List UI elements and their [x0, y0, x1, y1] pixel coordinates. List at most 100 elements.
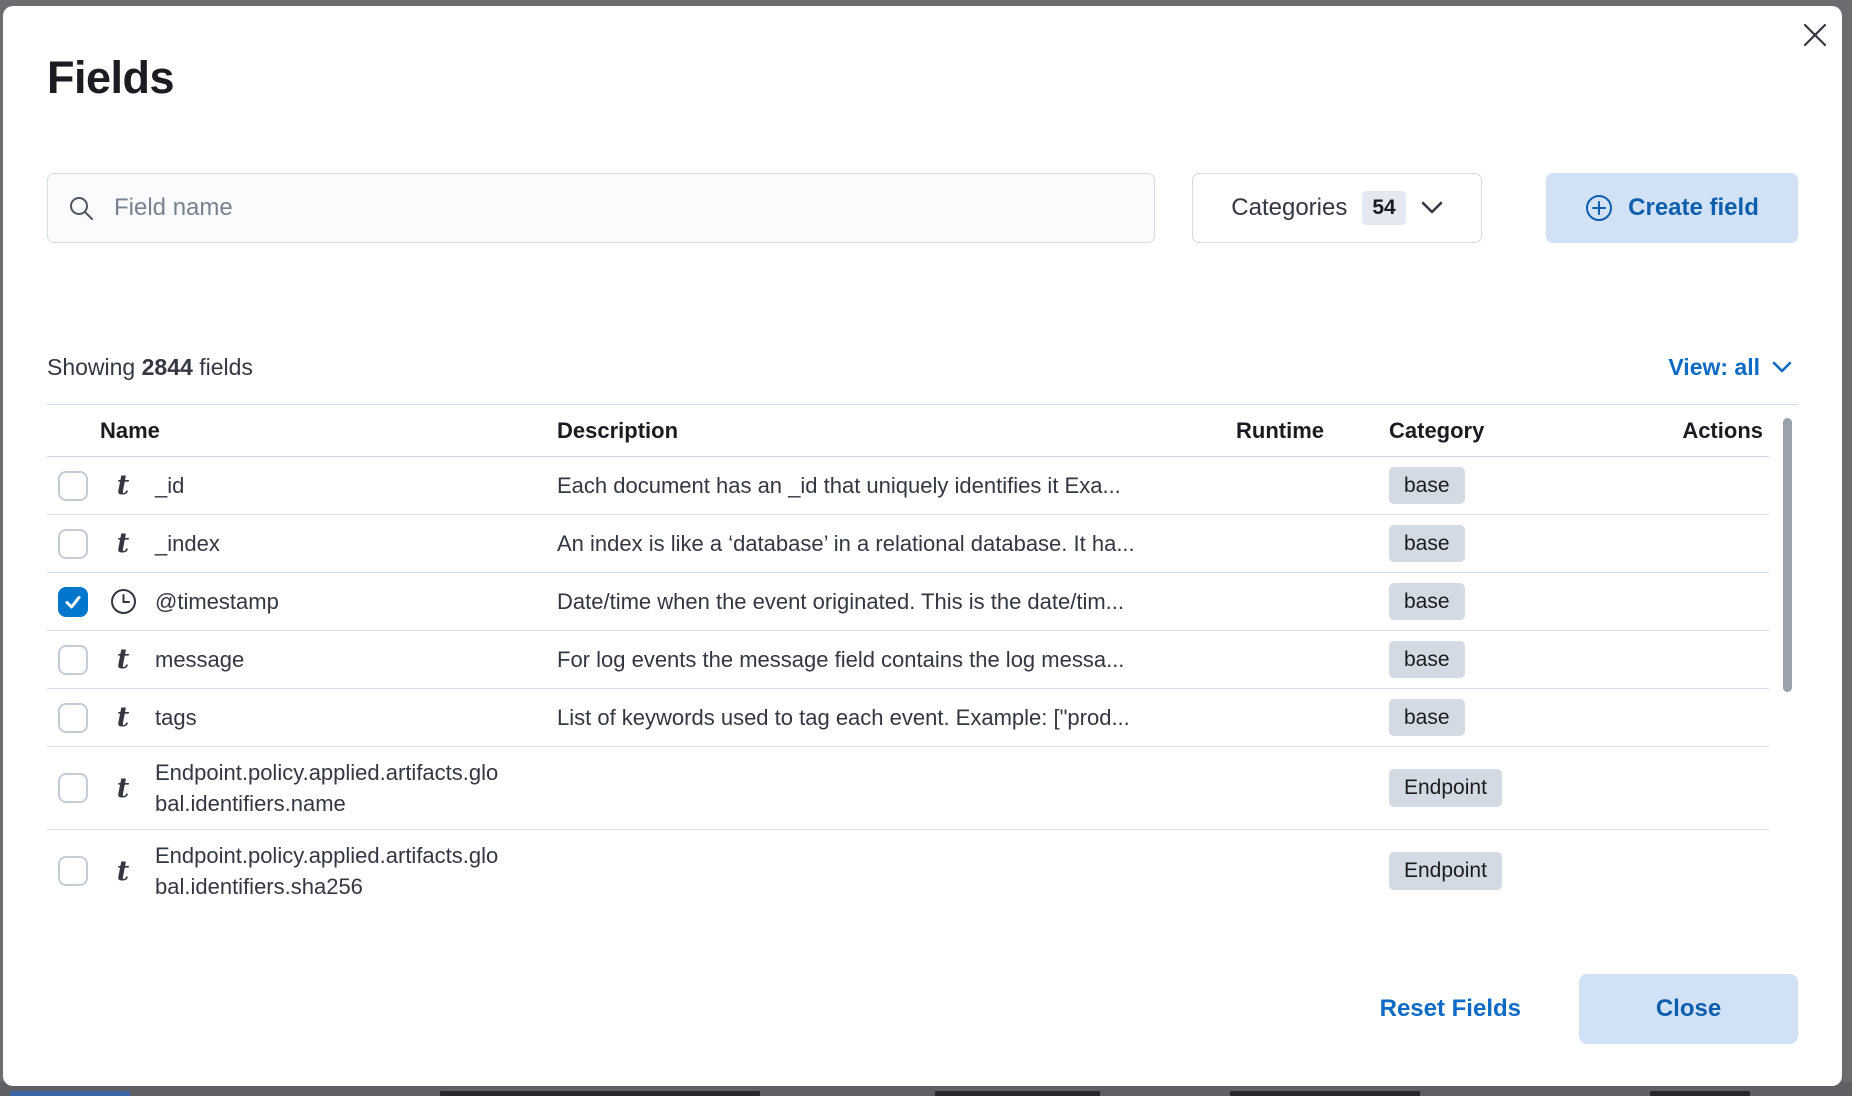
category-cell: base: [1324, 525, 1637, 562]
checkmark-icon: [62, 591, 84, 613]
search-box: [47, 173, 1155, 243]
chevron-down-icon: [1421, 201, 1443, 215]
field-name: Endpoint.policy.applied.artifacts.global…: [155, 757, 499, 819]
row-checkbox[interactable]: [58, 587, 88, 617]
page-behind-fragment: [440, 1091, 760, 1096]
fields-modal: Fields Categories 54 Creat: [3, 6, 1842, 1086]
text-type-icon: t: [117, 704, 129, 731]
category-cell: base: [1324, 699, 1637, 736]
category-cell: base: [1324, 641, 1637, 678]
vertical-scrollbar-thumb[interactable]: [1783, 418, 1792, 692]
controls-row: Categories 54 Create field: [47, 173, 1798, 243]
table-body: t _idEach document has an _id that unique…: [47, 457, 1798, 912]
table-header-row: Name Description Runtime Category Action…: [47, 405, 1769, 457]
search-icon: [68, 195, 95, 227]
clock-icon: [110, 588, 137, 615]
page-behind-fragment: [935, 1091, 1100, 1096]
text-type-glyph: t: [117, 775, 129, 802]
table-row: ttagsList of keywords used to tag each e…: [47, 689, 1769, 747]
create-field-button[interactable]: Create field: [1546, 173, 1798, 243]
x-icon: [1801, 21, 1829, 49]
category-cell: Endpoint: [1324, 769, 1637, 806]
categories-count-badge: 54: [1362, 191, 1405, 224]
checkbox-cell: [47, 773, 99, 803]
search-input[interactable]: [47, 173, 1155, 243]
plus-circle-icon: [1585, 194, 1613, 222]
text-type-icon: t: [117, 646, 129, 673]
column-header-category: Category: [1324, 418, 1637, 444]
column-header-actions: Actions: [1682, 418, 1769, 444]
clock-icon: [110, 588, 137, 615]
field-name: message: [155, 644, 499, 675]
modal-footer: Reset Fields Close: [47, 974, 1798, 1044]
category-badge: Endpoint: [1389, 769, 1502, 806]
summary-row: Showing 2844 fields View: all: [47, 353, 1798, 382]
view-all-label: View: all: [1668, 354, 1760, 381]
fields-count: 2844: [142, 354, 193, 380]
table-row: @timestampDate/time when the event origi…: [47, 573, 1769, 631]
category-badge: base: [1389, 641, 1465, 678]
page-behind-fragment: [1650, 1091, 1750, 1096]
close-button[interactable]: Close: [1579, 974, 1798, 1044]
category-cell: base: [1324, 583, 1637, 620]
page-title: Fields: [47, 46, 1798, 110]
checkbox-cell: [47, 587, 99, 617]
column-header-name: Name: [99, 418, 499, 444]
row-checkbox[interactable]: [58, 645, 88, 675]
field-description-cell: Each document has an _id that uniquely i…: [499, 473, 1164, 499]
field-name-cell: tags: [147, 702, 499, 733]
text-type-glyph: t: [117, 646, 129, 673]
view-all-dropdown[interactable]: View: all: [1662, 353, 1798, 382]
reset-fields-button[interactable]: Reset Fields: [1374, 994, 1527, 1024]
row-checkbox[interactable]: [58, 856, 88, 886]
fields-table: Name Description Runtime Category Action…: [47, 404, 1798, 912]
page-behind-fragment: [1230, 1091, 1420, 1096]
category-badge: base: [1389, 467, 1465, 504]
field-name: _index: [155, 528, 499, 559]
close-icon[interactable]: [1800, 20, 1830, 50]
field-name: Endpoint.policy.applied.artifacts.global…: [155, 840, 499, 902]
field-name: _id: [155, 470, 499, 501]
page-behind-fragment: [10, 1091, 130, 1096]
table-row: t messageFor log events the message field…: [47, 631, 1769, 689]
checkbox-cell: [47, 645, 99, 675]
field-name: @timestamp: [155, 586, 499, 617]
text-type-glyph: t: [117, 472, 129, 499]
checkbox-cell: [47, 703, 99, 733]
field-name-cell: Endpoint.policy.applied.artifacts.global…: [147, 757, 499, 819]
text-type-glyph: t: [117, 530, 129, 557]
field-description-cell: For log events the message field contain…: [499, 647, 1164, 673]
row-checkbox[interactable]: [58, 773, 88, 803]
text-type-icon: t: [117, 775, 129, 802]
category-badge: base: [1389, 583, 1465, 620]
showing-fields-text: Showing 2844 fields: [47, 354, 253, 381]
table-row: t Endpoint.policy.applied.artifacts.globa…: [47, 747, 1769, 830]
chevron-down-icon: [1772, 361, 1792, 374]
category-badge: Endpoint: [1389, 852, 1502, 889]
text-type-icon: t: [117, 472, 129, 499]
field-name: tags: [155, 702, 499, 733]
category-cell: Endpoint: [1324, 852, 1637, 889]
text-type-icon: t: [117, 530, 129, 557]
categories-filter-button[interactable]: Categories 54: [1192, 173, 1482, 243]
table-row: t Endpoint.policy.applied.artifacts.globa…: [47, 830, 1769, 912]
category-cell: base: [1324, 467, 1637, 504]
row-checkbox[interactable]: [58, 529, 88, 559]
column-header-runtime: Runtime: [1236, 418, 1324, 444]
field-name-cell: message: [147, 644, 499, 675]
field-name-cell: _index: [147, 528, 499, 559]
table-row: t_indexAn index is like a ‘database’ in …: [47, 515, 1769, 573]
field-name-cell: Endpoint.policy.applied.artifacts.global…: [147, 840, 499, 902]
checkbox-cell: [47, 529, 99, 559]
text-type-icon: t: [117, 858, 129, 885]
field-description-cell: List of keywords used to tag each event.…: [499, 705, 1164, 731]
checkbox-cell: [47, 471, 99, 501]
row-checkbox[interactable]: [58, 703, 88, 733]
field-name-cell: _id: [147, 470, 499, 501]
row-checkbox[interactable]: [58, 471, 88, 501]
category-badge: base: [1389, 525, 1465, 562]
table-row: t _idEach document has an _id that unique…: [47, 457, 1769, 515]
column-header-description: Description: [499, 418, 1164, 444]
text-type-glyph: t: [117, 704, 129, 731]
checkbox-cell: [47, 856, 99, 886]
